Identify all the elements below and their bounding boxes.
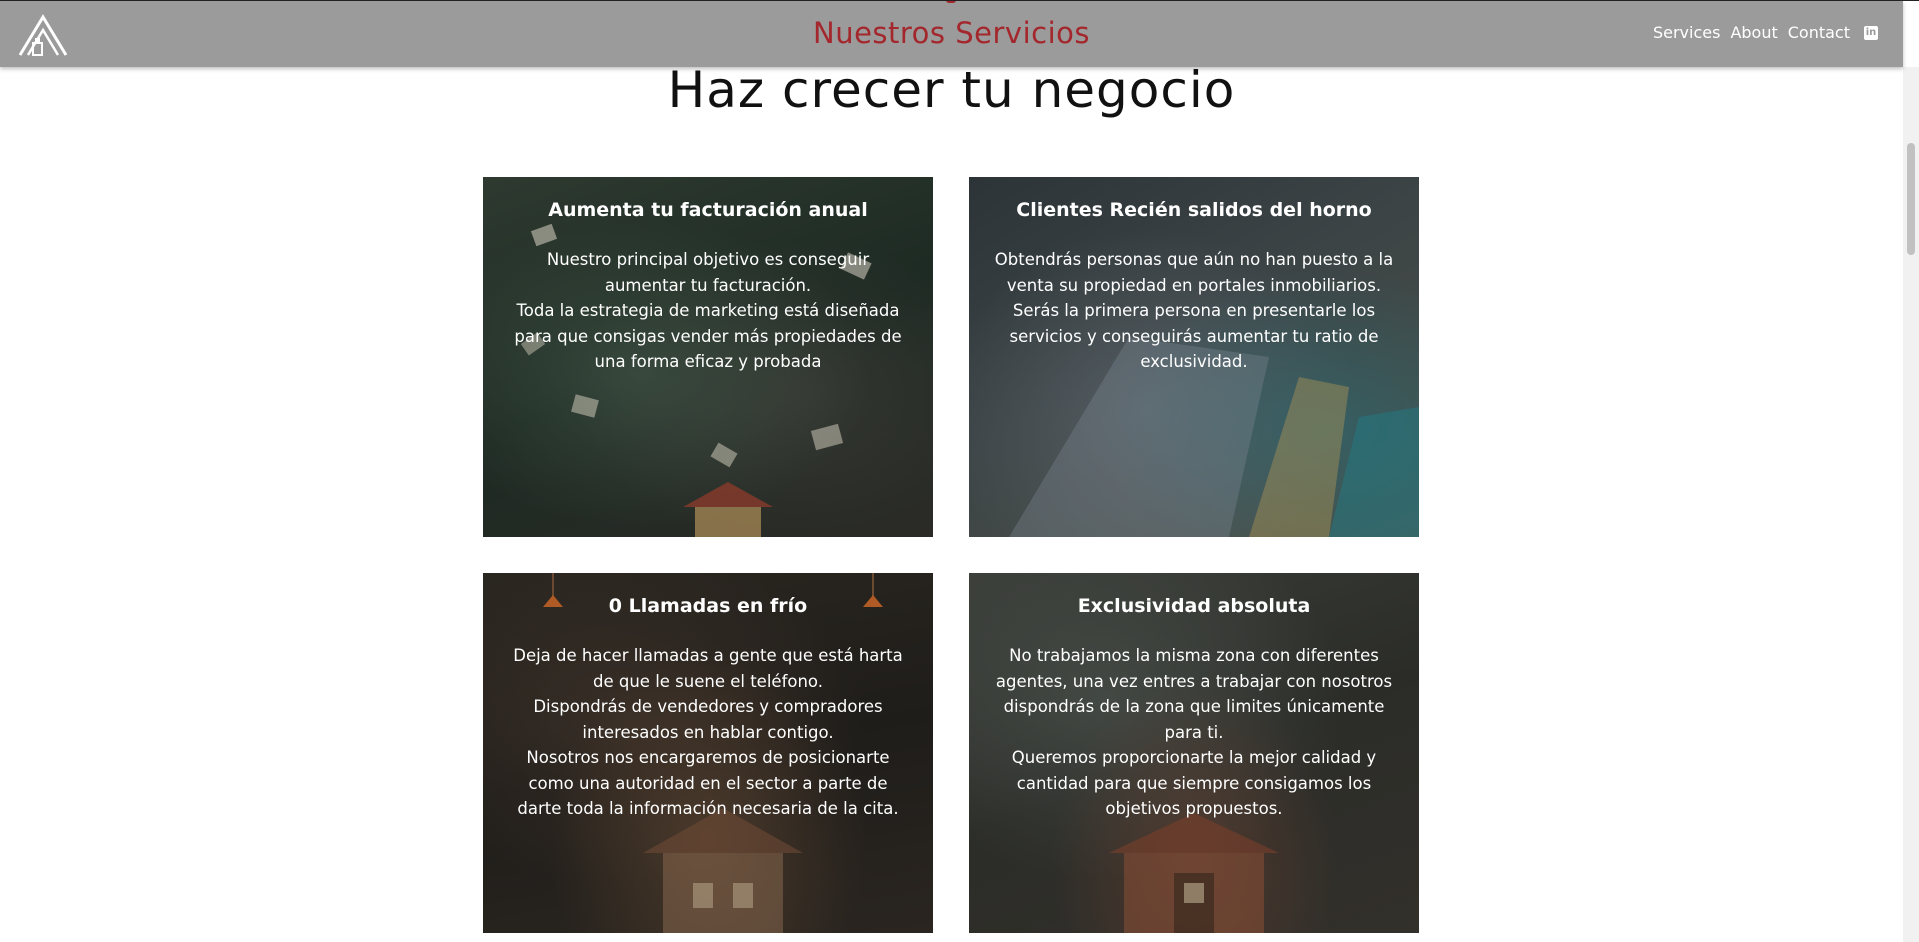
card-paragraph: No trabajamos la misma zona con diferent… xyxy=(995,646,1393,742)
nav-link-services[interactable]: Services xyxy=(1653,23,1720,42)
nav-title: Nuestros Servicios xyxy=(813,16,1090,50)
card-title: Exclusividad absoluta xyxy=(1077,595,1311,617)
card-paragraph: Queremos proporcionarte la mejor calidad… xyxy=(1011,748,1377,818)
service-card-new-clients: Clientes Recién salidos del horno Obtend… xyxy=(969,177,1419,537)
linkedin-icon[interactable]: in xyxy=(1864,25,1878,40)
card-body: Obtendrás personas que aún no han puesto… xyxy=(991,247,1397,375)
service-card-exclusivity: Exclusividad absoluta No trabajamos la m… xyxy=(969,573,1419,933)
card-paragraph: Toda la estrategia de marketing está dis… xyxy=(514,301,902,371)
navbar: Nuestros Servicios Services About Contac… xyxy=(0,1,1903,67)
house-phone-illustration-icon xyxy=(643,808,803,933)
card-paragraph: Nuestro principal objetivo es conseguir … xyxy=(546,250,870,295)
card-body: Nuestro principal objetivo es conseguir … xyxy=(505,247,911,375)
nav-link-about[interactable]: About xyxy=(1730,23,1777,42)
card-body: No trabajamos la misma zona con diferent… xyxy=(991,643,1397,822)
section-heading: Haz crecer tu negocio xyxy=(667,61,1236,119)
card-paragraph: Nosotros nos encargaremos de posicionart… xyxy=(517,748,899,818)
nav-link-contact[interactable]: Contact xyxy=(1788,23,1850,42)
page-viewport: Nuestros Servicios Services About Contac… xyxy=(0,0,1919,942)
card-paragraph: Deja de hacer llamadas a gente que está … xyxy=(513,646,903,691)
card-paragraph: Obtendrás personas que aún no han puesto… xyxy=(994,250,1394,371)
nav-links: Services About Contact in xyxy=(1653,23,1878,42)
card-title: Aumenta tu facturación anual xyxy=(548,199,868,221)
service-card-no-cold-calls: 0 Llamadas en frío Deja de hacer llamada… xyxy=(483,573,933,933)
card-paragraph: Dispondrás de vendedores y compradores i… xyxy=(533,697,883,742)
service-card-revenue: Aumenta tu facturación anual Nuestro pri… xyxy=(483,177,933,537)
page-scrollbar[interactable] xyxy=(1903,67,1919,942)
card-title: Clientes Recién salidos del horno xyxy=(1016,199,1372,221)
scrollbar-thumb[interactable] xyxy=(1907,143,1915,255)
house-door-illustration-icon xyxy=(1109,813,1279,933)
card-body: Deja de hacer llamadas a gente que está … xyxy=(505,643,911,822)
card-title: 0 Llamadas en frío xyxy=(608,595,808,617)
title-overflow-fragment xyxy=(946,1,956,3)
